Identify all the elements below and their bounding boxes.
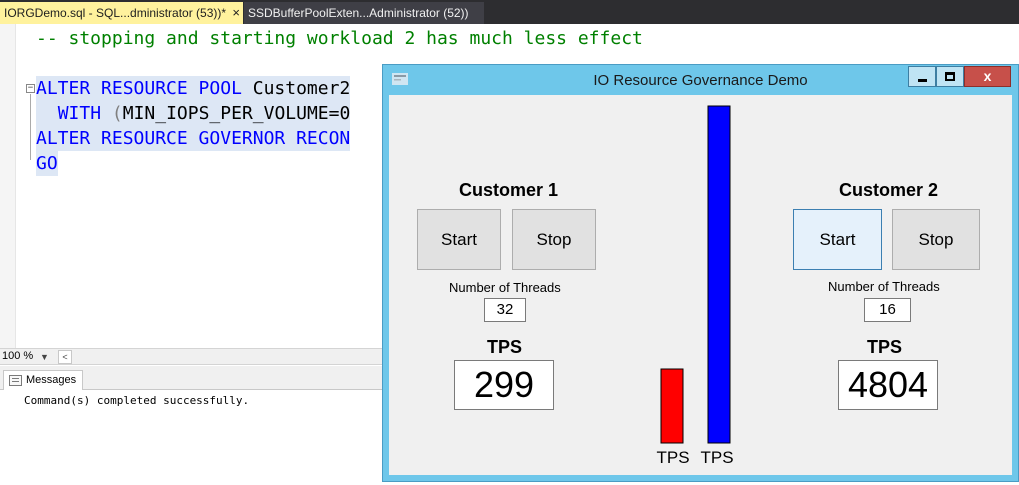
code-line-go: GO	[36, 151, 58, 176]
maximize-button[interactable]	[936, 66, 964, 87]
tps-bar-2	[707, 105, 731, 444]
code-line-comment: -- stopping and starting workload 2 has …	[36, 28, 643, 49]
close-button[interactable]: x	[964, 66, 1011, 87]
demo-window: IO Resource Governance Demo x Customer 1…	[382, 64, 1019, 482]
tab-messages[interactable]: Messages	[3, 370, 83, 391]
message-text: Command(s) completed successfully.	[24, 394, 250, 407]
tps-bar-label-2: TPS	[700, 448, 733, 467]
tab-label: SSDBufferPoolExten...Administrator (52))	[248, 6, 469, 20]
tab-ssdbufferpool[interactable]: SSDBufferPoolExten...Administrator (52))	[244, 2, 484, 24]
minimize-button[interactable]	[908, 66, 936, 87]
tab-label: IORGDemo.sql - SQL...dministrator (53))*	[4, 6, 227, 20]
maximize-icon	[945, 72, 955, 81]
tps-bar-1	[660, 368, 684, 444]
title-bar[interactable]: IO Resource Governance Demo x	[383, 65, 1018, 95]
tab-label: Messages	[26, 374, 77, 386]
zoom-bar: 100 % ▼ <	[0, 348, 385, 365]
tps-bar-label-1: TPS	[656, 448, 689, 467]
close-icon[interactable]: ×	[232, 2, 240, 24]
editor-gutter	[0, 24, 16, 348]
demo-client-area: Customer 1 Start Stop Number of Threads …	[389, 95, 1012, 475]
messages-icon	[9, 375, 22, 386]
outline-line	[30, 94, 31, 160]
tps-bar-chart: TPS TPS	[656, 105, 734, 467]
collapse-icon[interactable]: −	[26, 84, 35, 93]
code-line-with: WITH (MIN_IOPS_PER_VOLUME=0	[36, 101, 351, 126]
document-tab-strip: IORGDemo.sql - SQL...dministrator (53))*…	[0, 0, 1019, 24]
scroll-left-icon[interactable]: <	[58, 350, 72, 364]
messages-pane: Command(s) completed successfully.	[0, 390, 385, 485]
results-tab-strip: Messages	[0, 366, 385, 391]
code-line-alter-pool: ALTER RESOURCE POOL Customer2	[36, 76, 351, 101]
tab-iorgdemo-sql[interactable]: IORGDemo.sql - SQL...dministrator (53))*…	[0, 2, 243, 24]
close-icon: x	[983, 68, 992, 84]
chevron-down-icon[interactable]: ▼	[40, 350, 49, 365]
minimize-icon	[918, 79, 927, 82]
code-line-alter-governor: ALTER RESOURCE GOVERNOR RECON	[36, 126, 351, 151]
zoom-select[interactable]: 100 %	[2, 349, 33, 364]
